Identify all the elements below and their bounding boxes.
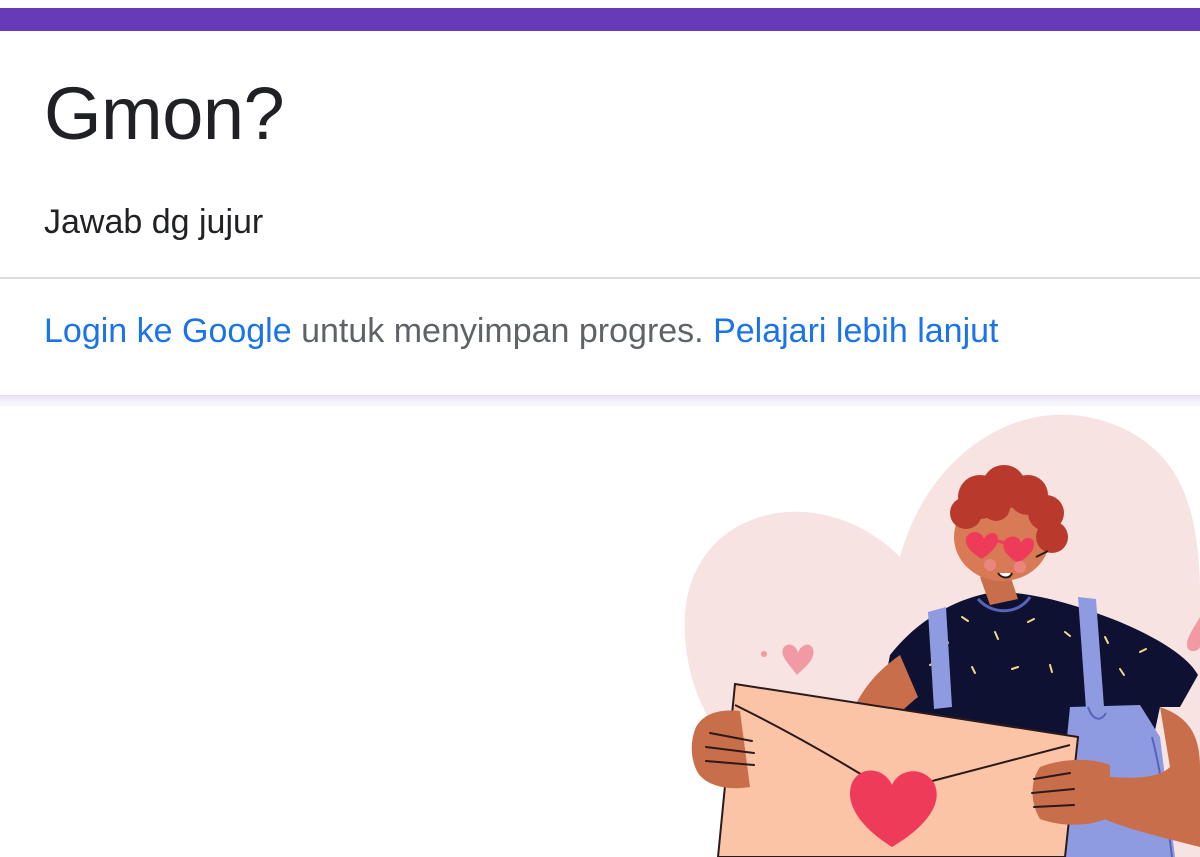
form-header-bar — [0, 0, 1200, 31]
dot-icon — [761, 651, 767, 657]
learn-more-link[interactable]: Pelajari lebih lanjut — [713, 312, 998, 350]
theme-accent-strip — [0, 8, 1200, 31]
login-notice-text: untuk menyimpan progres. — [291, 312, 714, 350]
form-title: Gmon? — [44, 72, 285, 155]
form-description: Jawab dg jujur — [44, 203, 264, 241]
login-google-link[interactable]: Login ke Google — [44, 312, 292, 350]
card-bottom-shadow — [0, 395, 1200, 407]
love-letter-illustration — [684, 414, 1200, 857]
login-notice: Login ke Google untuk menyimpan progres.… — [44, 308, 998, 354]
divider — [0, 277, 1200, 279]
